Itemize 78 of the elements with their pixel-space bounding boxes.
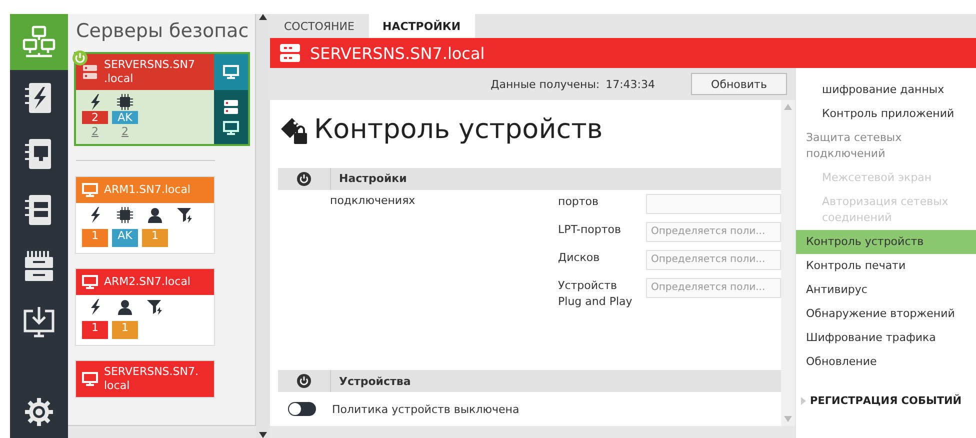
count-badge: 1 xyxy=(82,321,108,339)
lightning-icon xyxy=(89,94,101,110)
policy-field[interactable] xyxy=(646,194,781,214)
vertical-scrollbar[interactable] xyxy=(255,14,270,438)
server-icon xyxy=(223,99,239,115)
setting-description: подключениях xyxy=(329,194,416,207)
count-link[interactable]: 2 xyxy=(112,125,138,138)
count-badge: 2 xyxy=(82,111,108,124)
notebook-monitor-icon xyxy=(24,137,54,171)
network-icon xyxy=(22,25,56,59)
count-link[interactable]: 2 xyxy=(82,125,108,138)
nav-item[interactable]: Контроль печати xyxy=(796,254,976,278)
field-label: Устройств Plug and Play xyxy=(558,278,634,310)
count-badge: 1 xyxy=(82,229,108,247)
page-title: Контроль устройств xyxy=(314,114,603,146)
nav-item[interactable]: шифрование данных xyxy=(796,78,976,102)
nav-section[interactable]: РЕГИСТРАЦИЯ СОБЫТИЙ xyxy=(796,394,976,408)
monitor-tile[interactable] xyxy=(214,54,248,90)
expand-arrow-icon xyxy=(800,397,806,405)
server-title: SERVERSNS.SN7.local xyxy=(310,44,485,62)
field-label: LPT-портов xyxy=(558,222,622,238)
nav-item[interactable]: Обновление xyxy=(796,350,976,374)
count-badge: AK xyxy=(112,111,138,124)
nav-item[interactable]: Шифрование трафика xyxy=(796,326,976,350)
server-name: ARM1.SN7.local xyxy=(104,183,190,197)
data-received-label: Данные получены: xyxy=(490,78,600,90)
person-icon xyxy=(117,299,133,315)
field-label: Дисков xyxy=(558,250,601,266)
toggle-label: Политика устройств выключена xyxy=(332,402,520,416)
nav-item[interactable]: Антивирус xyxy=(796,278,976,302)
scroll-up-icon[interactable] xyxy=(259,14,268,20)
count-badge: 1 xyxy=(142,229,168,247)
settings-icon xyxy=(24,397,54,427)
horizontal-scrollbar[interactable] xyxy=(68,425,256,438)
server-name: ARM2.SN7.local xyxy=(104,275,190,289)
scroll-down-icon[interactable] xyxy=(259,432,268,438)
monitor-icon xyxy=(223,65,239,79)
section-title: Устройства xyxy=(338,374,411,388)
filter-icon xyxy=(177,207,193,223)
server-name: SERVERSNS.SN7 .local xyxy=(104,58,195,86)
filter-icon xyxy=(147,299,163,315)
chip-icon xyxy=(117,207,133,223)
server-tile[interactable] xyxy=(214,90,248,144)
nav-item[interactable]: Контроль приложений xyxy=(796,102,976,126)
server-icon xyxy=(280,44,300,62)
monitor-icon xyxy=(223,121,239,135)
server-card[interactable]: ARM2.SN7.local 1 1 xyxy=(76,269,214,345)
server-icon xyxy=(82,64,98,80)
nav-item[interactable]: Контроль устройств xyxy=(796,230,976,254)
toggle-switch[interactable] xyxy=(288,402,316,416)
lightning-icon xyxy=(89,299,101,315)
monitor-icon xyxy=(82,372,98,386)
notebook-lightning-icon xyxy=(24,81,54,115)
rack-icon xyxy=(22,249,56,283)
panel-title: Серверы безопас xyxy=(75,19,250,44)
tab[interactable]: СОСТОЯНИЕ xyxy=(270,14,368,38)
nav-item[interactable]: Обнаружение вторжений xyxy=(796,302,976,326)
horizontal-scrollbar[interactable] xyxy=(270,426,795,438)
section-title: Настройки xyxy=(338,172,407,186)
power-icon xyxy=(297,172,311,186)
count-badge: AK xyxy=(112,229,138,247)
chip-icon xyxy=(117,94,133,110)
lightning-icon xyxy=(89,207,101,223)
server-name: SERVERSNS.SN7. local xyxy=(104,365,198,393)
nav-item[interactable]: Защита сетевых подключений xyxy=(796,126,976,166)
notebook-server-icon xyxy=(24,193,54,227)
field-label: портов xyxy=(558,194,600,210)
monitor-icon xyxy=(82,183,98,197)
server-card[interactable]: SERVERSNS.SN7 .local 2 2 AK 2 xyxy=(76,54,248,144)
monitor-icon xyxy=(82,275,98,289)
server-card[interactable]: SERVERSNS.SN7. local xyxy=(76,361,214,397)
tab[interactable]: НАСТРОЙКИ xyxy=(368,14,475,38)
refresh-button[interactable]: Обновить xyxy=(691,73,787,95)
person-icon xyxy=(147,207,163,223)
power-icon xyxy=(297,374,311,388)
count-badge: 1 xyxy=(112,321,138,339)
monitor-download-icon xyxy=(22,305,56,339)
received-time: 17:43:34 xyxy=(606,78,655,90)
